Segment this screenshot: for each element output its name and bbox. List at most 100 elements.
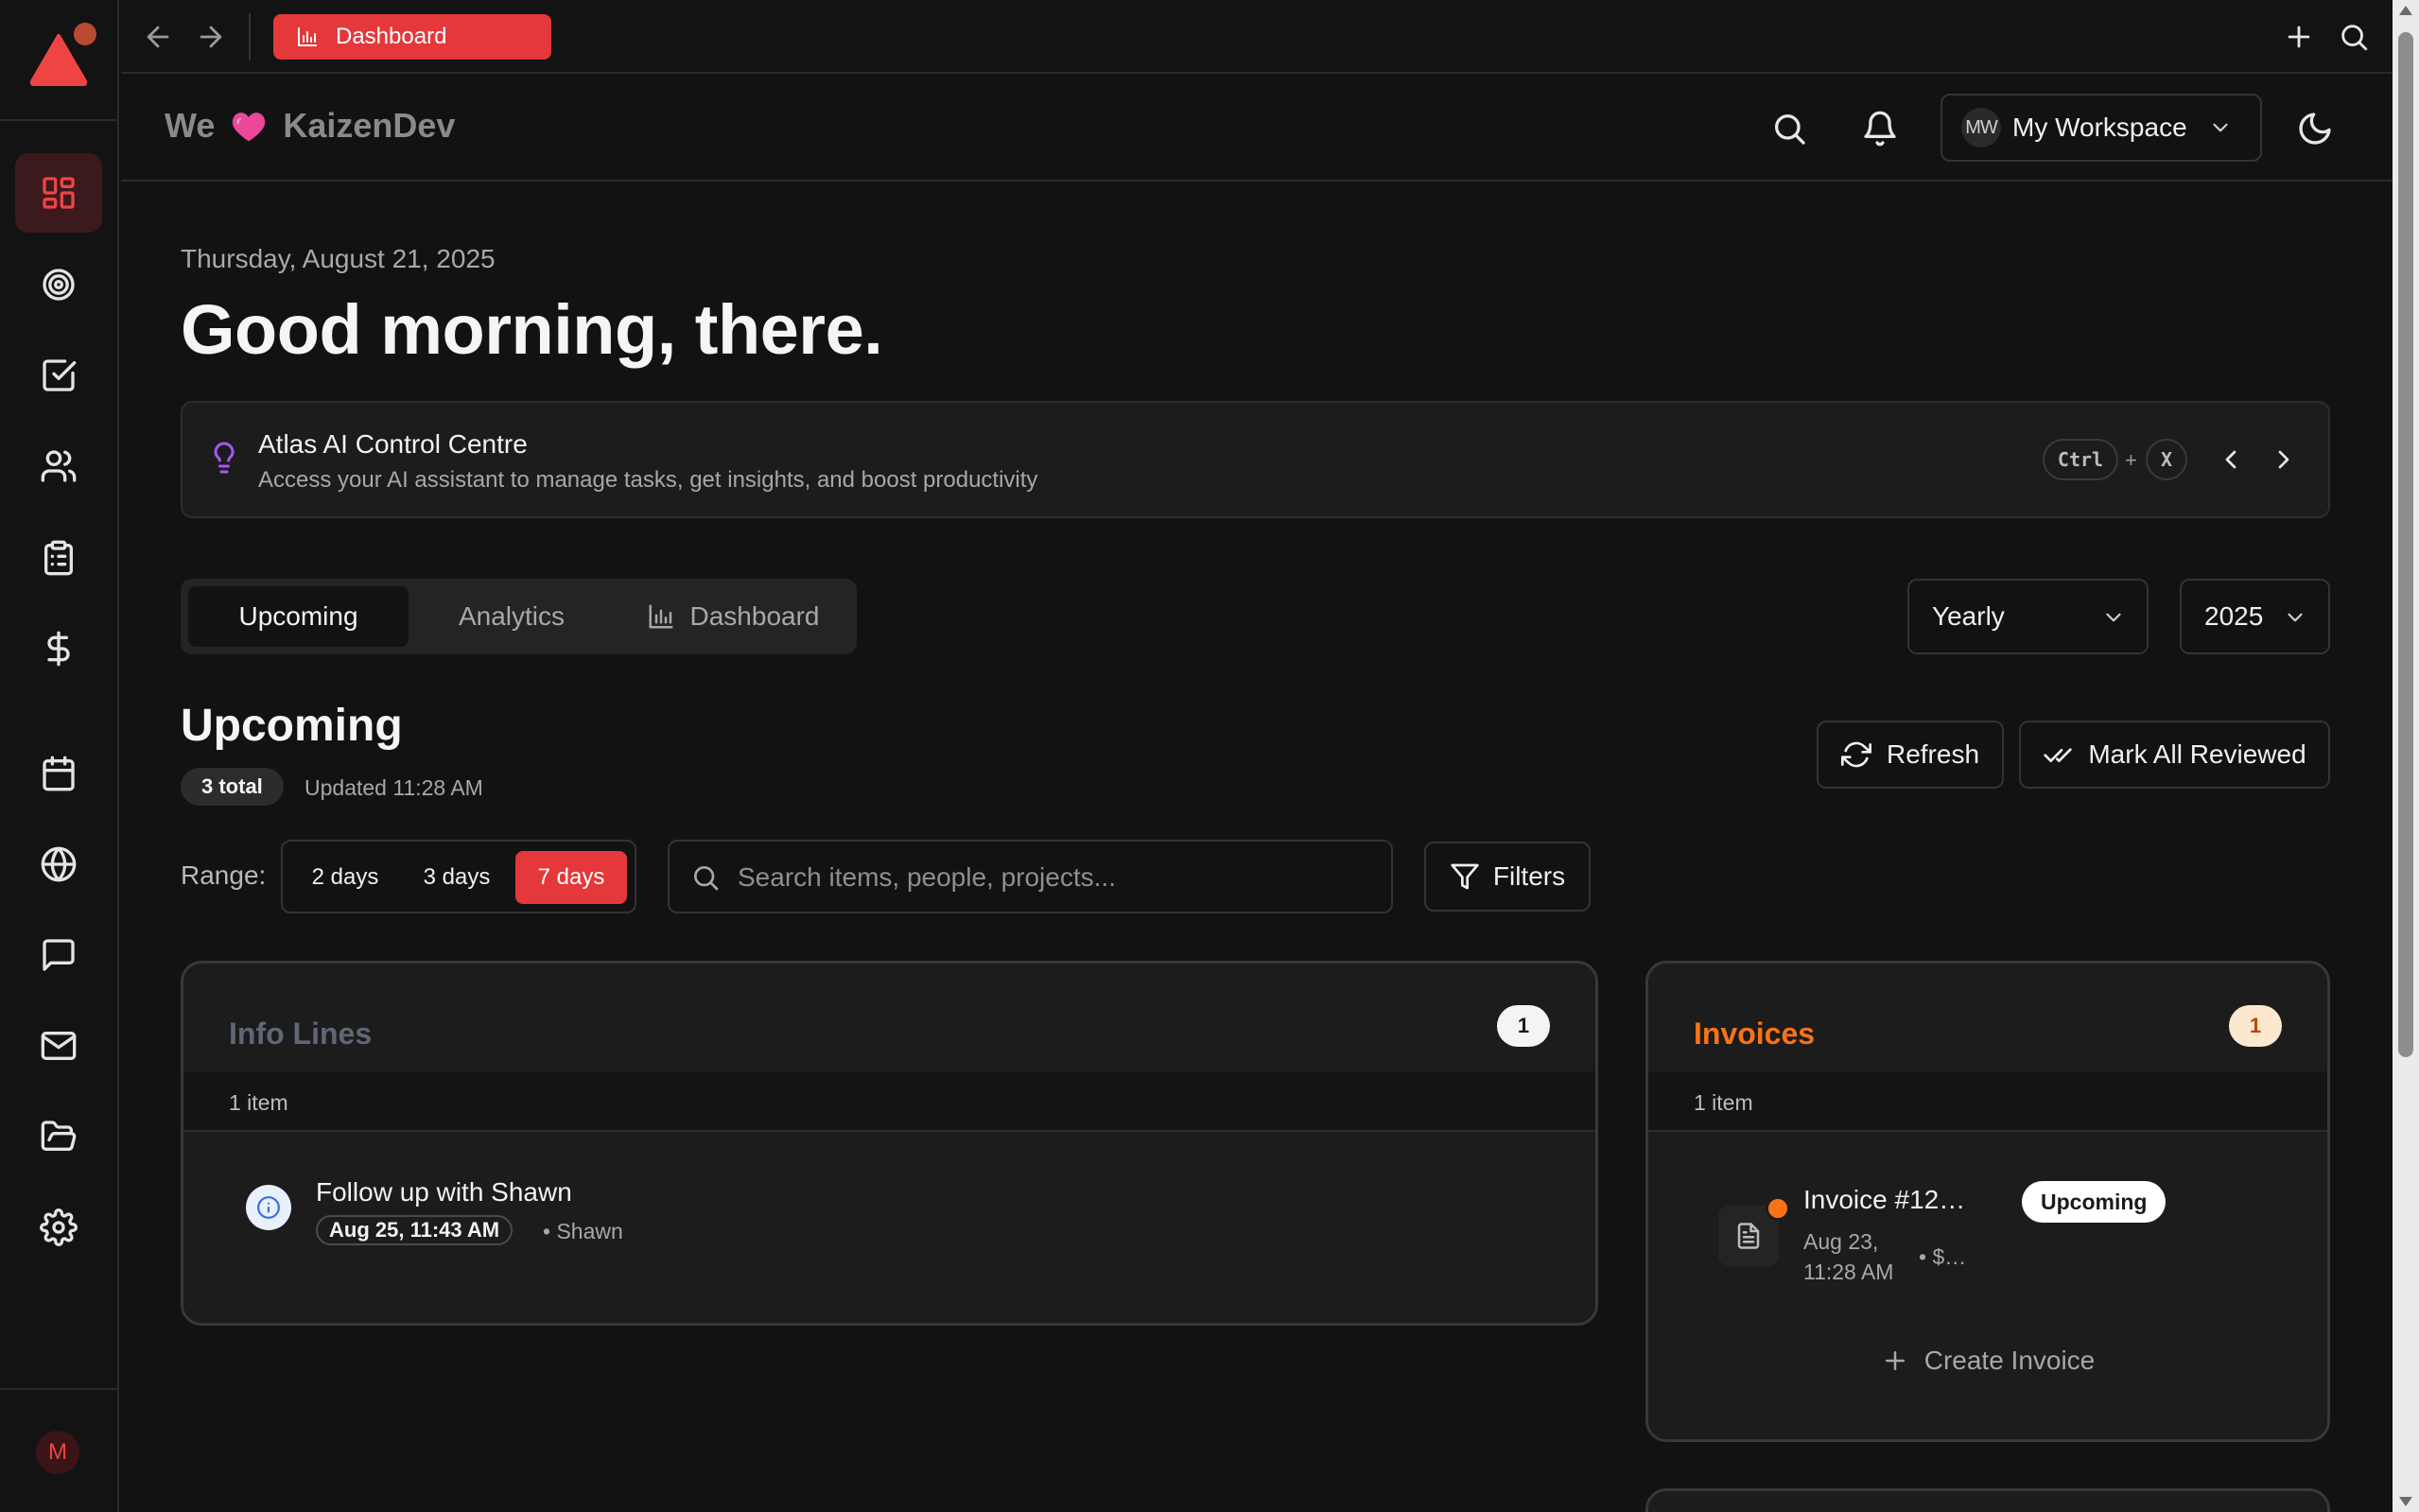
forward-arrow-icon[interactable] (195, 21, 227, 53)
create-invoice-label: Create Invoice (1923, 1346, 2096, 1375)
info-lines-item-count: 1 item (229, 1090, 288, 1115)
atlas-title: Atlas AI Control Centre (258, 429, 528, 459)
brand: We KaizenDev (165, 106, 455, 146)
invoices-item-count: 1 item (1694, 1090, 1753, 1115)
workspace-avatar: MW (1961, 108, 2001, 148)
nav-globe[interactable] (15, 825, 102, 904)
app-header: We KaizenDev MW My Workspace (121, 76, 2393, 182)
mail-icon (41, 1032, 77, 1060)
search-icon[interactable] (2338, 21, 2370, 53)
nav-files[interactable] (15, 1097, 102, 1176)
moon-icon[interactable] (2296, 110, 2334, 148)
filters-label: Filters (1492, 861, 1566, 891)
scroll-thumb[interactable] (2398, 32, 2413, 1057)
nav-clipboard[interactable] (15, 518, 102, 598)
calendar-icon (43, 756, 75, 791)
atlas-ai-banner[interactable]: Atlas AI Control Centre Access your AI a… (181, 401, 2330, 518)
range-selector: 2 days 3 days 7 days (281, 840, 636, 913)
bar-chart-icon (649, 604, 672, 629)
workspace-switcher[interactable]: MW My Workspace (1940, 94, 2262, 162)
invoice-status-dot (1766, 1196, 1790, 1221)
item-search (668, 840, 1393, 913)
info-item-title[interactable]: Follow up with Shawn (316, 1177, 572, 1208)
updated-time: Updated 11:28 AM (305, 775, 483, 800)
invoice-item-date-line2: 11:28 AM (1803, 1260, 1894, 1284)
browser-topbar: Dashboard (121, 0, 2393, 74)
period-select-value: Yearly (1932, 601, 2005, 631)
search-icon (694, 866, 719, 891)
logo-area (0, 0, 117, 121)
bell-icon[interactable] (1861, 110, 1899, 148)
nav-people[interactable] (15, 426, 102, 506)
settings-icon (40, 1208, 78, 1246)
bar-chart-icon (298, 27, 317, 46)
filter-icon (1451, 863, 1479, 890)
tab-dashboard-view[interactable]: Dashboard (618, 586, 848, 647)
scroll-up-arrow-icon[interactable] (2399, 6, 2412, 15)
nav-calendar[interactable] (15, 734, 102, 813)
file-text-icon (1737, 1223, 1760, 1249)
chevron-left-icon[interactable] (2216, 444, 2246, 475)
range-7-days[interactable]: 7 days (515, 851, 627, 904)
topbar-divider (249, 13, 251, 61)
period-select[interactable]: Yearly (1907, 579, 2149, 654)
next-card-peek (1645, 1488, 2330, 1512)
search-input[interactable] (738, 857, 1362, 898)
dollar-icon (47, 631, 70, 667)
invoices-title: Invoices (1694, 1017, 1816, 1051)
nav-settings[interactable] (15, 1188, 102, 1267)
plus-icon[interactable] (2283, 21, 2315, 53)
scroll-down-arrow-icon[interactable] (2399, 1497, 2412, 1506)
tab-dashboard-label: Dashboard (689, 601, 820, 631)
double-check-icon (2044, 748, 2073, 762)
chat-icon (43, 939, 75, 971)
kbd-plus: + (2125, 448, 2137, 472)
range-3-days[interactable]: 3 days (404, 851, 510, 904)
nav-finance[interactable] (15, 609, 102, 688)
invoices-count: 1 (2229, 1005, 2282, 1047)
filters-button[interactable]: Filters (1424, 842, 1591, 912)
nav-goals[interactable] (15, 245, 102, 324)
user-avatar[interactable]: M (36, 1431, 79, 1474)
clipboard-icon (44, 540, 74, 576)
chevron-down-icon (2106, 613, 2121, 622)
nav-mail[interactable] (15, 1006, 102, 1086)
page-scrollbar[interactable] (2393, 0, 2419, 1512)
mark-all-reviewed-button[interactable]: Mark All Reviewed (2019, 721, 2330, 789)
info-lines-title: Info Lines (229, 1017, 373, 1051)
chevron-right-icon[interactable] (2269, 444, 2299, 475)
range-2-days[interactable]: 2 days (292, 851, 398, 904)
chevron-down-icon (2288, 613, 2303, 622)
year-select[interactable]: 2025 (2180, 579, 2330, 654)
kbd-ctrl: Ctrl (2043, 439, 2118, 480)
tab-label: Dashboard (336, 24, 447, 49)
chevron-down-icon (2213, 123, 2228, 132)
view-tabs: Upcoming Analytics Dashboard (181, 579, 857, 654)
tab-dashboard[interactable]: Dashboard (273, 14, 551, 60)
refresh-icon (1840, 741, 1871, 768)
info-lines-card: Info Lines 1 1 item Follow up with Shawn… (181, 961, 1598, 1326)
nav-tasks[interactable] (15, 336, 102, 415)
sidebar: M (0, 0, 119, 1512)
refresh-button[interactable]: Refresh (1817, 721, 2004, 789)
create-invoice-button[interactable]: Create Invoice (1648, 1346, 2327, 1376)
brand-we: We (165, 106, 216, 145)
heart-icon (233, 113, 266, 142)
nav-dashboard[interactable] (15, 153, 102, 233)
workspace-name: My Workspace (2012, 113, 2187, 142)
tab-analytics[interactable]: Analytics (417, 586, 606, 647)
info-item-date: Aug 25, 11:43 AM (316, 1215, 513, 1245)
greeting-title: Good morning, there. (181, 290, 883, 369)
back-arrow-icon[interactable] (142, 21, 174, 53)
logo-notification-dot (74, 23, 96, 45)
info-lines-subheader: 1 item (183, 1071, 1595, 1132)
users-icon (41, 450, 77, 482)
total-badge: 3 total (181, 768, 284, 806)
nav-chat[interactable] (15, 915, 102, 995)
atlas-subtitle: Access your AI assistant to manage tasks… (258, 467, 1038, 493)
year-select-value: 2025 (2204, 601, 2264, 631)
tab-upcoming[interactable]: Upcoming (188, 586, 409, 647)
invoice-item-title[interactable]: Invoice #12… (1803, 1185, 1965, 1215)
header-search-icon[interactable] (1770, 110, 1808, 148)
refresh-label: Refresh (1886, 739, 1980, 769)
